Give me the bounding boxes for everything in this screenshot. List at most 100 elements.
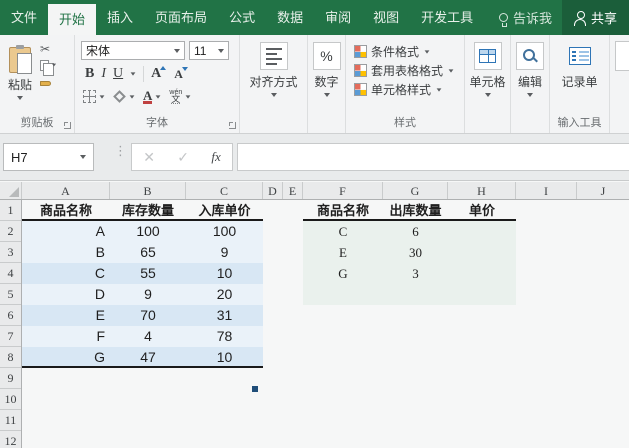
tab-review[interactable]: 审阅 xyxy=(314,0,362,35)
cell-f2[interactable]: C xyxy=(303,221,383,242)
format-as-table-button[interactable]: 套用表格格式 xyxy=(354,61,464,80)
header-product-name[interactable]: 商品名称 xyxy=(22,200,110,219)
clipboard-dialog-launcher-icon[interactable] xyxy=(64,122,71,129)
header-inbound-price[interactable]: 入库单价 xyxy=(186,200,263,219)
fill-color-button[interactable] xyxy=(113,90,135,103)
cell-c6[interactable]: 31 xyxy=(186,305,263,326)
cell-b5[interactable]: 9 xyxy=(110,284,186,305)
row-header-7[interactable]: 7 xyxy=(0,326,21,347)
column-header-d[interactable]: D xyxy=(263,182,283,199)
cell-c2[interactable]: 100 xyxy=(186,221,263,242)
partial-button[interactable] xyxy=(615,41,629,71)
cut-button[interactable]: ✂ xyxy=(40,43,57,55)
column-header-b[interactable]: B xyxy=(110,182,186,199)
cell-b3[interactable]: 65 xyxy=(110,242,186,263)
cell-b6[interactable]: 70 xyxy=(110,305,186,326)
cell-f4[interactable]: G xyxy=(303,263,383,284)
cell-b4[interactable]: 55 xyxy=(110,263,186,284)
editing-button[interactable]: 编辑 xyxy=(511,35,549,113)
share-button[interactable]: 共享 xyxy=(562,0,629,35)
cell-a5[interactable]: D xyxy=(22,284,110,305)
cells-button[interactable]: 单元格 xyxy=(465,35,510,113)
name-box-dropdown-arrow[interactable] xyxy=(80,155,86,159)
tab-formulas[interactable]: 公式 xyxy=(218,0,266,35)
column-header-j[interactable]: J xyxy=(577,182,629,199)
tab-file[interactable]: 文件 xyxy=(0,0,48,35)
row-header-9[interactable]: 9 xyxy=(0,368,21,389)
alignment-button[interactable]: 对齐方式 xyxy=(240,35,307,113)
fill-handle[interactable] xyxy=(252,386,258,392)
formula-input[interactable] xyxy=(237,143,629,171)
font-name-combo[interactable]: 宋体 xyxy=(81,41,185,60)
format-painter-button[interactable] xyxy=(40,75,57,87)
cell-c8[interactable]: 10 xyxy=(186,347,263,366)
row-header-12[interactable]: 12 xyxy=(0,431,21,448)
row-header-10[interactable]: 10 xyxy=(0,389,21,410)
underline-dropdown-arrow[interactable] xyxy=(131,72,136,75)
row-header-5[interactable]: 5 xyxy=(0,284,21,305)
cell-f3[interactable]: E xyxy=(303,242,383,263)
column-header-i[interactable]: I xyxy=(516,182,577,199)
row-header-3[interactable]: 3 xyxy=(0,242,21,263)
column-header-e[interactable]: E xyxy=(283,182,303,199)
column-header-h[interactable]: H xyxy=(448,182,516,199)
cell-c5[interactable]: 20 xyxy=(186,284,263,305)
name-box[interactable]: H7 xyxy=(3,143,94,171)
insert-function-icon[interactable]: fx xyxy=(211,149,220,165)
font-size-combo[interactable]: 11 xyxy=(189,41,229,60)
column-header-c[interactable]: C xyxy=(186,182,263,199)
row-header-4[interactable]: 4 xyxy=(0,263,21,284)
select-all-corner[interactable] xyxy=(0,182,22,199)
row-header-2[interactable]: 2 xyxy=(0,221,21,242)
row-header-6[interactable]: 6 xyxy=(0,305,21,326)
italic-button[interactable]: I xyxy=(101,66,106,82)
cell-g5[interactable] xyxy=(383,284,448,305)
tab-data[interactable]: 数据 xyxy=(266,0,314,35)
header-unit-price[interactable]: 单价 xyxy=(448,200,516,219)
copy-button[interactable] xyxy=(40,59,57,71)
conditional-formatting-button[interactable]: 条件格式 xyxy=(354,42,464,61)
cell-a6[interactable]: E xyxy=(22,305,110,326)
cell-a2[interactable]: A xyxy=(22,221,110,242)
formula-bar-grip[interactable]: ⋮ xyxy=(114,147,127,154)
cell-b2[interactable]: 100 xyxy=(110,221,186,242)
cell-styles-button[interactable]: 单元格样式 xyxy=(354,80,464,99)
cell-g3[interactable]: 30 xyxy=(383,242,448,263)
tab-view[interactable]: 视图 xyxy=(362,0,410,35)
cell-h2[interactable] xyxy=(448,221,516,242)
header-product-name-2[interactable]: 商品名称 xyxy=(303,200,383,219)
record-form-button[interactable]: 记录单 xyxy=(550,35,609,113)
enter-icon[interactable]: ✓ xyxy=(177,149,189,166)
row-header-8[interactable]: 8 xyxy=(0,347,21,368)
tell-me-button[interactable]: 告诉我 xyxy=(489,0,562,35)
font-color-button[interactable]: A xyxy=(143,90,161,104)
cell-a3[interactable]: B xyxy=(22,242,110,263)
cell-c3[interactable]: 9 xyxy=(186,242,263,263)
tab-page-layout[interactable]: 页面布局 xyxy=(144,0,218,35)
header-stock-qty[interactable]: 库存数量 xyxy=(110,200,186,219)
cell-g2[interactable]: 6 xyxy=(383,221,448,242)
cell-c4[interactable]: 10 xyxy=(186,263,263,284)
column-header-f[interactable]: F xyxy=(303,182,383,199)
cell-c7[interactable]: 78 xyxy=(186,326,263,347)
row-header-11[interactable]: 11 xyxy=(0,410,21,431)
header-outbound-qty[interactable]: 出库数量 xyxy=(383,200,448,219)
tab-home[interactable]: 开始 xyxy=(48,4,96,35)
cell-h4[interactable] xyxy=(448,263,516,284)
cancel-icon[interactable]: ✕ xyxy=(143,149,155,166)
decrease-font-size-button[interactable]: A xyxy=(174,67,183,82)
tab-developer[interactable]: 开发工具 xyxy=(410,0,484,35)
tab-insert[interactable]: 插入 xyxy=(96,0,144,35)
cell-g4[interactable]: 3 xyxy=(383,263,448,284)
column-header-a[interactable]: A xyxy=(22,182,110,199)
bold-button[interactable]: B xyxy=(85,66,94,82)
row-header-1[interactable]: 1 xyxy=(0,200,21,221)
font-dialog-launcher-icon[interactable] xyxy=(229,122,236,129)
cell-b7[interactable]: 4 xyxy=(110,326,186,347)
phonetic-guide-button[interactable]: wén 文 xyxy=(169,89,191,104)
increase-font-size-button[interactable]: A xyxy=(151,66,161,82)
cell-h3[interactable] xyxy=(448,242,516,263)
cell-a4[interactable]: C xyxy=(22,263,110,284)
cell-b8[interactable]: 47 xyxy=(110,347,186,366)
cell-a8[interactable]: G xyxy=(22,347,110,366)
